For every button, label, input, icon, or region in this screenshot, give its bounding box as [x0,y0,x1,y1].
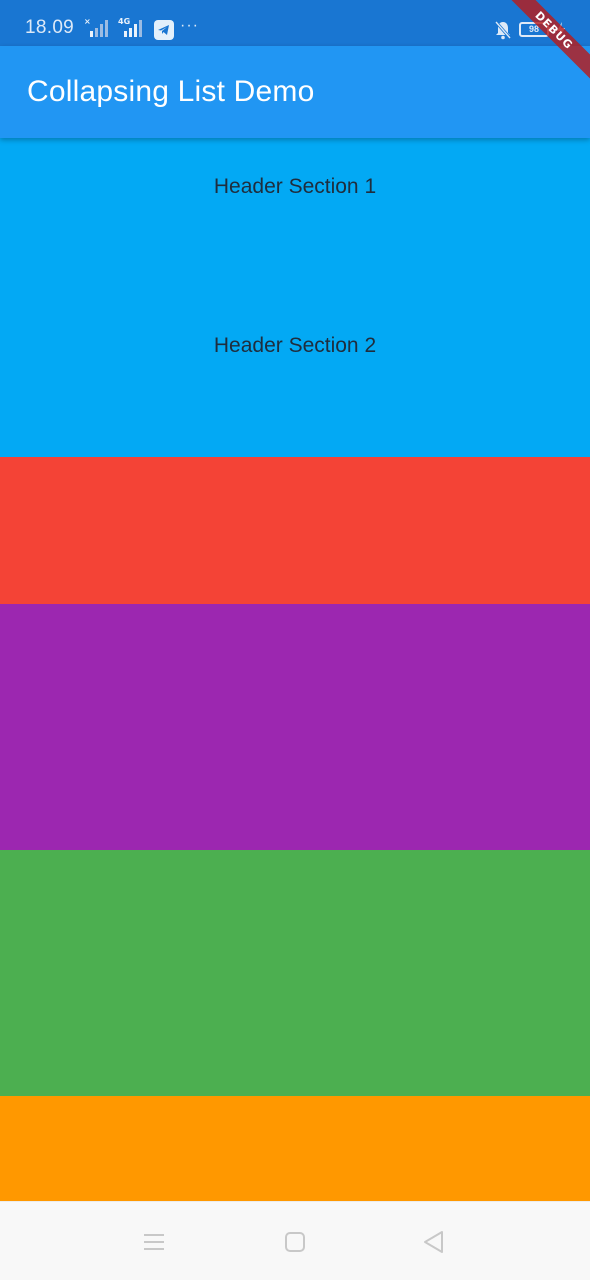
header-section-2[interactable]: Header Section 2 [0,297,590,457]
status-time: 18.09 [25,17,75,38]
collapsing-list[interactable]: Header Section 1 Header Section 2 [0,138,590,1201]
status-bar: 18.09 × 4G ··· 98 [0,0,590,46]
list-item-purple[interactable] [0,604,590,850]
menu-icon[interactable] [141,1229,167,1255]
battery-icon: 98 [519,22,552,37]
signal-icon: × [84,17,108,37]
header-section-label: Header Section 1 [213,175,377,198]
telegram-icon [154,20,174,40]
mute-bell-icon [494,20,512,40]
more-notifications-icon: ··· [180,17,199,34]
back-triangle-icon[interactable] [421,1229,447,1255]
header-section-1[interactable]: Header Section 1 [0,138,590,297]
list-item-red[interactable] [0,457,590,604]
home-square-icon[interactable] [282,1229,308,1255]
phone-screen: 18.09 × 4G ··· 98 Collapsing List Demo H… [0,0,590,1280]
app-bar: Collapsing List Demo [0,46,590,138]
header-section-label: Header Section 2 [213,334,377,357]
signal-icon: 4G [118,17,142,37]
page-title: Collapsing List Demo [27,75,315,108]
list-item-orange[interactable] [0,1096,590,1201]
navigation-bar [0,1201,590,1280]
list-item-green[interactable] [0,850,590,1096]
charging-icon [556,21,566,39]
